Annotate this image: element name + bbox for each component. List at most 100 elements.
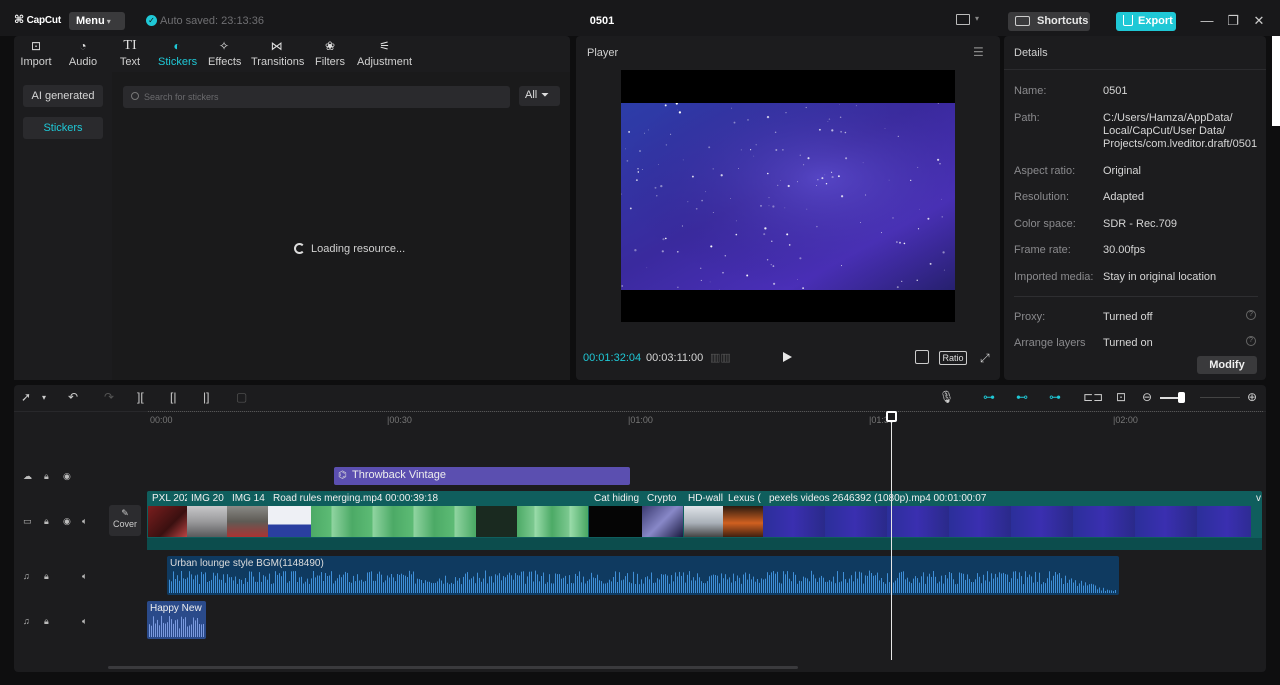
category-stickers[interactable]: Stickers bbox=[23, 117, 103, 139]
cover-label: Cover bbox=[112, 519, 137, 529]
ruler-tick: |01:00 bbox=[628, 415, 653, 425]
video-audio-waveform bbox=[147, 538, 1262, 550]
detail-label: Proxy: bbox=[1014, 311, 1046, 323]
restore-icon[interactable]: ❐ bbox=[1226, 13, 1240, 29]
eye-icon[interactable]: ◉ bbox=[63, 471, 71, 482]
filter-icon[interactable]: ⏷ bbox=[541, 90, 549, 101]
video-clip-label[interactable]: Lexus ( bbox=[728, 493, 763, 504]
hamburger-menu-icon[interactable]: ☰ bbox=[973, 45, 984, 59]
split-icon[interactable]: ][ bbox=[137, 390, 144, 404]
audio-track-icon: ♫ bbox=[23, 616, 30, 626]
export-icon bbox=[1123, 15, 1133, 26]
magnet-snap-icon[interactable]: ⊶ bbox=[983, 390, 995, 404]
ruler-tick: 00:00 bbox=[150, 415, 173, 425]
sticker-search-input[interactable] bbox=[123, 86, 510, 108]
video-clip-label[interactable]: v bbox=[1256, 493, 1262, 504]
tab-filters[interactable]: ❀ Filters bbox=[315, 38, 345, 68]
video-clip-label[interactable]: Cat hiding bbox=[594, 493, 642, 504]
zoom-out-icon[interactable]: ⊖ bbox=[1142, 390, 1152, 404]
split-right-icon[interactable]: |] bbox=[203, 390, 209, 404]
grid-icon[interactable]: ▥▥ bbox=[710, 351, 731, 364]
search-icon bbox=[131, 92, 139, 100]
video-clip-label[interactable]: IMG 14 bbox=[232, 493, 268, 504]
tab-import[interactable]: ⊡ Import bbox=[20, 38, 52, 68]
lock-icon[interactable]: 🔒︎ bbox=[44, 516, 49, 527]
tab-text[interactable]: TI Text bbox=[118, 38, 142, 68]
microphone-icon[interactable]: 🎙 bbox=[939, 390, 954, 404]
undo-icon[interactable]: ↶ bbox=[68, 390, 78, 404]
detail-value: SDR - Rec.709 bbox=[1103, 218, 1177, 230]
ratio-button[interactable]: Ratio bbox=[939, 351, 967, 365]
help-icon[interactable]: ? bbox=[1246, 310, 1256, 320]
audio-track-icon: ♫ bbox=[23, 571, 30, 581]
lock-icon[interactable]: 🔒︎ bbox=[44, 571, 49, 582]
import-icon: ⊡ bbox=[30, 39, 42, 53]
play-icon[interactable] bbox=[783, 352, 792, 362]
chevron-down-icon[interactable]: ▾ bbox=[42, 393, 46, 402]
detail-label: Name: bbox=[1014, 85, 1047, 97]
effect-icon: ⌬ bbox=[338, 470, 347, 481]
video-clip-label[interactable]: pexels videos 2646392 (1080p).mp4 00:01:… bbox=[769, 493, 1249, 504]
timeline-ruler[interactable] bbox=[148, 411, 1263, 413]
zoom-slider-handle[interactable] bbox=[1178, 392, 1185, 403]
split-view-icon[interactable]: ⊏⊐ bbox=[1083, 390, 1103, 404]
tab-label: Import bbox=[20, 56, 52, 68]
tab-effects[interactable]: ✧ Effects bbox=[208, 38, 241, 68]
detail-label: Color space: bbox=[1014, 218, 1076, 230]
playhead-handle[interactable] bbox=[886, 411, 897, 422]
logo-text: CapCut bbox=[26, 15, 62, 26]
speaker-icon[interactable]: 🔈︎ bbox=[82, 516, 87, 527]
modify-button[interactable]: Modify bbox=[1197, 356, 1257, 374]
clip-thumbnail bbox=[227, 506, 268, 537]
tab-label: Filters bbox=[315, 56, 345, 68]
video-track-icon: ▭ bbox=[23, 516, 32, 526]
menu-button[interactable]: Menu ▾ bbox=[69, 12, 125, 30]
tab-audio[interactable]: ◔ Audio bbox=[68, 38, 98, 68]
stickers-content bbox=[112, 72, 570, 380]
video-clip-label[interactable]: PXL 202 bbox=[152, 493, 187, 504]
app-logo: ⌘ CapCut bbox=[14, 14, 62, 26]
zoom-in-icon[interactable]: ⊕ bbox=[1247, 390, 1257, 404]
help-icon[interactable]: ? bbox=[1246, 336, 1256, 346]
lock-icon[interactable]: 🔒︎ bbox=[44, 471, 49, 482]
timeline-scrollbar[interactable] bbox=[108, 666, 798, 669]
fit-screen-icon[interactable] bbox=[915, 350, 929, 364]
project-title[interactable]: 0501 bbox=[560, 15, 644, 27]
layout-icon[interactable] bbox=[956, 14, 970, 25]
video-clip-label[interactable]: Road rules merging.mp4 00:00:39:18 bbox=[273, 493, 587, 504]
detail-value-path: Local/CapCut/User Data/ bbox=[1103, 125, 1226, 137]
tab-transitions[interactable]: ⋈ Transitions bbox=[251, 38, 304, 68]
preview-axis-icon[interactable]: ⊶ bbox=[1049, 390, 1061, 404]
fullscreen-icon[interactable]: ⤢ bbox=[980, 351, 990, 366]
minimize-icon[interactable]: — bbox=[1200, 13, 1214, 28]
effect-clip[interactable]: Throwback Vintage bbox=[334, 467, 630, 485]
filter-dropdown[interactable]: All bbox=[519, 86, 560, 106]
delete-icon: ▢ bbox=[236, 390, 248, 404]
select-cursor-icon[interactable]: ➚ bbox=[21, 390, 31, 404]
caption-icon[interactable]: ⊡ bbox=[1116, 390, 1126, 404]
detail-label: Path: bbox=[1014, 112, 1040, 124]
detail-value: Turned off bbox=[1103, 311, 1153, 323]
clip-thumbnail bbox=[187, 506, 227, 537]
chevron-down-icon: ▾ bbox=[106, 17, 111, 26]
transitions-icon: ⋈ bbox=[270, 39, 283, 53]
video-clip-label[interactable]: Crypto bbox=[647, 493, 683, 504]
category-ai-generated[interactable]: AI generated bbox=[23, 85, 103, 107]
tab-adjustment[interactable]: ⚟ Adjustment bbox=[356, 38, 413, 68]
speaker-icon[interactable]: 🔈︎ bbox=[82, 571, 87, 582]
video-clip-label[interactable]: IMG 20 bbox=[191, 493, 227, 504]
eye-icon[interactable]: ◉ bbox=[63, 516, 71, 527]
video-clip-label[interactable]: HD-wall bbox=[688, 493, 723, 504]
detail-value: 0501 bbox=[1103, 85, 1128, 97]
lock-icon[interactable]: 🔒︎ bbox=[44, 616, 49, 627]
detail-value: Original bbox=[1103, 165, 1141, 177]
cover-button[interactable]: ✎ Cover bbox=[109, 505, 141, 536]
clip-thumbnail bbox=[684, 506, 723, 537]
playhead[interactable] bbox=[891, 414, 892, 660]
close-icon[interactable]: ✕ bbox=[1252, 13, 1266, 29]
tab-stickers[interactable]: ◐ Stickers bbox=[158, 38, 197, 68]
link-icon[interactable]: ⊷ bbox=[1016, 390, 1028, 404]
split-left-icon[interactable]: [| bbox=[170, 390, 176, 404]
chevron-down-icon[interactable]: ▾ bbox=[975, 14, 979, 23]
speaker-icon[interactable]: 🔈︎ bbox=[82, 616, 87, 627]
